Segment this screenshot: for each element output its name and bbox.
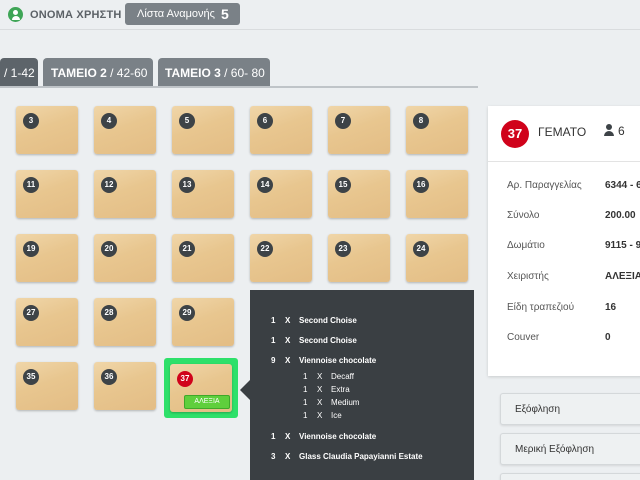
waitlist-label: Λίστα Αναμονής (137, 8, 215, 20)
table-number: 16 (413, 177, 429, 193)
tab-name: ΤΑΜΕΙΟ 3 (165, 66, 221, 80)
table-items-label: Είδη τραπεζιού (507, 302, 575, 313)
total-value: 200.00 (605, 210, 636, 221)
table-card[interactable]: 5 (172, 106, 234, 154)
order-number-value: 6344 - 6 (605, 180, 640, 191)
operator-value: ΑΛΕΞΙΑ (605, 271, 640, 282)
table-number: 29 (179, 305, 195, 321)
table-card[interactable]: 6 (250, 106, 312, 154)
table-number: 20 (101, 241, 117, 257)
table-card[interactable]: 36 (94, 362, 156, 410)
table-items-value: 16 (605, 302, 617, 313)
order-popover: 1 X Second Choise 1 X Second Choise 9 X Vienno… (250, 290, 474, 480)
tab-divider (0, 86, 478, 88)
table-card[interactable]: 23 (328, 234, 390, 282)
order-modifier: 1 X Decaff (303, 372, 354, 381)
table-status: ΓΕΜΑΤΟ (538, 125, 587, 139)
table-number: 23 (335, 241, 351, 257)
table-number: 22 (257, 241, 273, 257)
table-number: 28 (101, 305, 117, 321)
waiter-badge: ΑΛΕΞΙΑ (184, 395, 230, 409)
user-icon (8, 7, 23, 22)
operator-label: Χειριστής (507, 271, 549, 282)
table-info-panel: 37 ΓΕΜΑΤΟ 6 Αρ. Παραγγελίας 6344 - 6 Σύν… (488, 106, 640, 376)
order-number-label: Αρ. Παραγγελίας (507, 180, 582, 191)
order-modifier: 1 X Ice (303, 411, 342, 420)
order-line: 1 X Second Choise (271, 336, 357, 345)
table-number: 36 (101, 369, 117, 385)
table-card[interactable]: 14 (250, 170, 312, 218)
table-card-selected[interactable]: 37 ΑΛΕΞΙΑ (170, 364, 232, 412)
panel-table-number: 37 (501, 120, 529, 148)
table-number: 14 (257, 177, 273, 193)
table-number: 3 (23, 113, 39, 129)
table-number: 21 (179, 241, 195, 257)
table-card[interactable]: 28 (94, 298, 156, 346)
table-card[interactable]: 13 (172, 170, 234, 218)
table-card[interactable]: 12 (94, 170, 156, 218)
order-modifier: 1 X Extra (303, 385, 350, 394)
partial-pay-button[interactable]: Μερική Εξόφληση (500, 433, 640, 465)
order-line: 3 X Glass Claudia Papayianni Estate (271, 452, 423, 461)
table-number: 27 (23, 305, 39, 321)
table-number: 35 (23, 369, 39, 385)
table-card[interactable]: 29 (172, 298, 234, 346)
order-modifier: 1 X Medium (303, 398, 360, 407)
table-card[interactable]: 22 (250, 234, 312, 282)
tab-range: / 60- 80 (220, 66, 265, 80)
top-bar: ΟΝΟΜΑ ΧΡΗΣΤΗ Λίστα Αναμονής 5 (0, 0, 640, 30)
tab-register-3[interactable]: ΤΑΜΕΙΟ 3 / 60- 80 (158, 58, 270, 86)
waitlist-button[interactable]: Λίστα Αναμονής 5 (125, 3, 240, 25)
table-card[interactable]: 11 (16, 170, 78, 218)
table-card[interactable]: 27 (16, 298, 78, 346)
table-card[interactable]: 24 (406, 234, 468, 282)
guests-count: 6 (618, 124, 625, 138)
table-card[interactable]: 19 (16, 234, 78, 282)
table-number: 19 (23, 241, 39, 257)
table-number: 11 (23, 177, 39, 193)
panel-divider (488, 161, 640, 162)
table-number: 37 (177, 371, 193, 387)
table-number: 13 (179, 177, 195, 193)
total-label: Σύνολο (507, 210, 540, 221)
table-number: 4 (101, 113, 117, 129)
table-number: 5 (179, 113, 195, 129)
table-number: 7 (335, 113, 351, 129)
tab-register-2[interactable]: ΤΑΜΕΙΟ 2 / 42-60 (43, 58, 153, 86)
more-actions-button[interactable] (500, 473, 640, 480)
tab-range: / 42-60 (106, 66, 148, 80)
order-line: 1 X Viennoise chocolate (271, 432, 377, 441)
table-card[interactable]: 7 (328, 106, 390, 154)
user-name[interactable]: ΟΝΟΜΑ ΧΡΗΣΤΗ (30, 9, 122, 21)
pay-button[interactable]: Εξόφληση (500, 393, 640, 425)
table-number: 24 (413, 241, 429, 257)
table-card[interactable]: 16 (406, 170, 468, 218)
table-card[interactable]: 15 (328, 170, 390, 218)
order-line: 1 X Second Choise (271, 316, 357, 325)
tab-register-1[interactable]: / 1-42 (0, 58, 38, 86)
waitlist-count: 5 (221, 6, 229, 22)
table-card[interactable]: 3 (16, 106, 78, 154)
table-card[interactable]: 21 (172, 234, 234, 282)
tab-range: / 1-42 (4, 66, 35, 80)
couver-label: Couver (507, 332, 540, 343)
order-line: 9 X Viennoise chocolate (271, 356, 377, 365)
popover-arrow (240, 380, 250, 400)
guests-icon (603, 124, 615, 136)
table-card[interactable]: 4 (94, 106, 156, 154)
couver-value: 0 (605, 332, 611, 343)
table-number: 6 (257, 113, 273, 129)
table-card[interactable]: 8 (406, 106, 468, 154)
table-number: 12 (101, 177, 117, 193)
table-card[interactable]: 20 (94, 234, 156, 282)
tab-name: ΤΑΜΕΙΟ 2 (51, 66, 107, 80)
room-value: 9115 - 9 (605, 240, 640, 251)
room-label: Δωμάτιο (507, 240, 545, 251)
table-card[interactable]: 35 (16, 362, 78, 410)
table-number: 8 (413, 113, 429, 129)
table-number: 15 (335, 177, 351, 193)
